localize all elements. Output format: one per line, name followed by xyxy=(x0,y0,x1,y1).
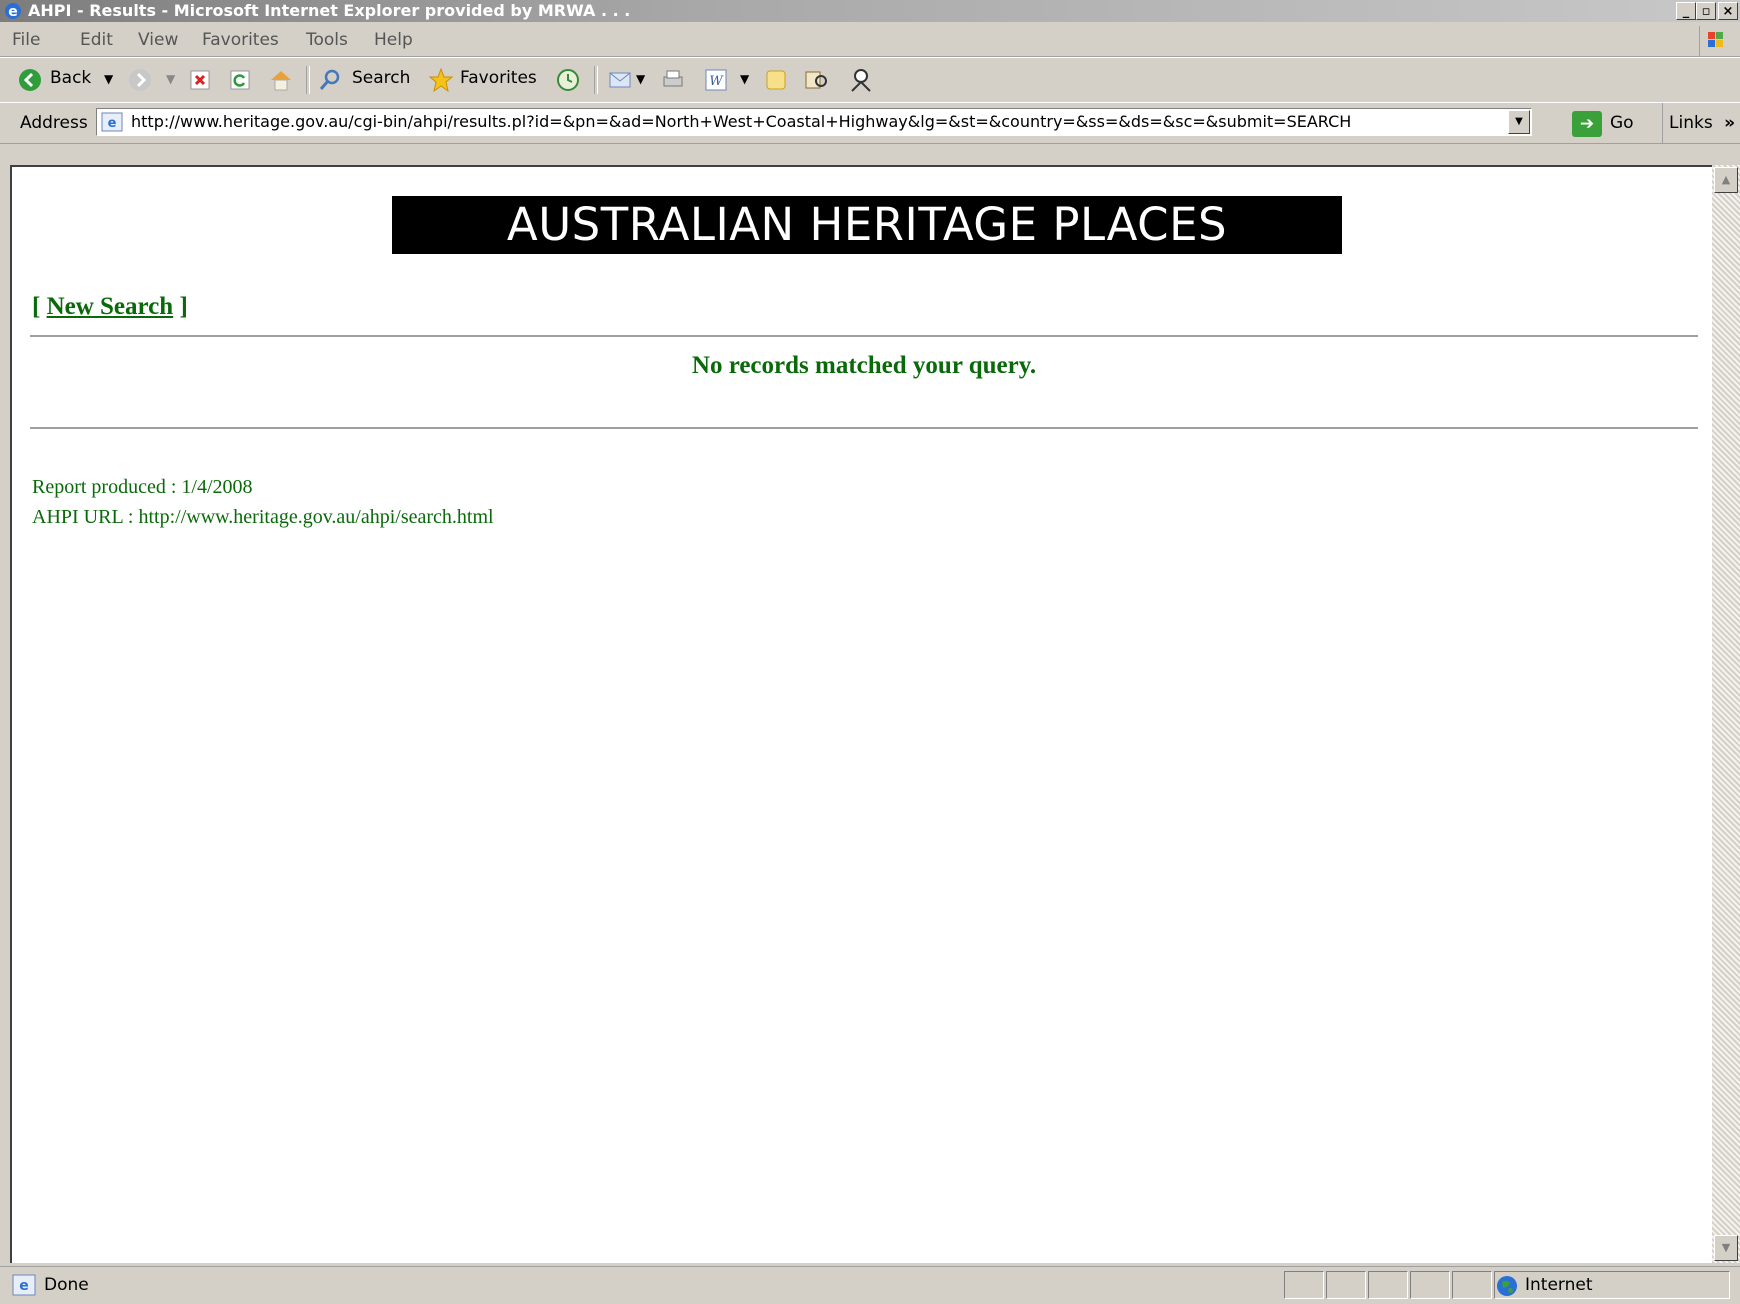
forward-dropdown-icon[interactable]: ▼ xyxy=(166,72,175,86)
links-label: Links xyxy=(1669,113,1713,133)
page-icon: e xyxy=(101,112,123,132)
status-panel xyxy=(1284,1271,1324,1299)
maximize-button[interactable]: ▫ xyxy=(1696,2,1716,20)
windows-logo-icon xyxy=(1699,26,1732,56)
favorites-star-icon[interactable] xyxy=(428,67,454,93)
history-icon[interactable] xyxy=(556,68,580,92)
mail-icon[interactable] xyxy=(608,68,634,92)
divider xyxy=(30,427,1698,429)
browser-window: e AHPI - Results - Microsoft Internet Ex… xyxy=(0,0,1740,1303)
address-url: http://www.heritage.gov.au/cgi-bin/ahpi/… xyxy=(131,112,1352,131)
forward-arrow-icon[interactable] xyxy=(128,68,152,92)
scroll-down-icon[interactable]: ▼ xyxy=(1714,1235,1738,1261)
svg-text:e: e xyxy=(8,4,18,20)
menu-edit[interactable]: Edit xyxy=(80,30,113,50)
bracket-close: ] xyxy=(179,293,188,320)
page-done-icon: e xyxy=(12,1274,36,1296)
status-panel xyxy=(1368,1271,1408,1299)
back-dropdown-icon[interactable]: ▼ xyxy=(104,72,113,86)
svg-text:W: W xyxy=(709,74,724,89)
toolbar-separator xyxy=(594,66,598,94)
bracket-open: [ xyxy=(32,293,41,320)
site-banner: AUSTRALIAN HERITAGE PLACES INVENTORY xyxy=(392,196,1342,309)
status-text: Done xyxy=(44,1275,89,1295)
no-records-message: No records matched your query. xyxy=(691,352,1037,379)
discuss-icon[interactable] xyxy=(764,68,788,92)
back-button[interactable]: Back xyxy=(50,68,91,88)
messenger-icon[interactable] xyxy=(848,67,874,93)
svg-text:e: e xyxy=(19,1278,29,1294)
go-button[interactable]: Go xyxy=(1610,113,1634,133)
links-button[interactable]: Links » xyxy=(1662,103,1740,143)
close-button[interactable]: × xyxy=(1718,2,1738,20)
scroll-up-icon[interactable]: ▲ xyxy=(1714,167,1738,193)
report-produced: Report produced : 1/4/2008 xyxy=(32,476,253,498)
minimize-button[interactable]: _ xyxy=(1676,2,1696,20)
menu-tools[interactable]: Tools xyxy=(306,30,348,50)
vertical-scrollbar[interactable]: ▲ ▼ xyxy=(1712,165,1740,1263)
window-title: AHPI - Results - Microsoft Internet Expl… xyxy=(28,1,631,20)
address-dropdown-icon[interactable]: ▼ xyxy=(1508,110,1530,134)
word-edit-icon[interactable]: W xyxy=(704,68,728,92)
status-bar: e Done Internet xyxy=(0,1266,1740,1304)
menu-favorites[interactable]: Favorites xyxy=(202,30,279,50)
favorites-button[interactable]: Favorites xyxy=(460,68,537,88)
zone-text: Internet xyxy=(1525,1275,1593,1295)
address-label: Address xyxy=(20,113,88,133)
search-button[interactable]: Search xyxy=(352,68,410,88)
stop-icon[interactable] xyxy=(190,70,210,90)
new-search-nav: [ New Search ] xyxy=(32,293,188,321)
research-icon[interactable] xyxy=(804,68,830,92)
divider xyxy=(30,335,1698,337)
ie-icon: e xyxy=(5,3,21,20)
ahpi-url-text: AHPI URL : http://www.heritage.gov.au/ah… xyxy=(32,506,494,528)
home-icon[interactable] xyxy=(268,68,294,92)
menu-view[interactable]: View xyxy=(138,30,178,50)
search-icon[interactable] xyxy=(318,68,342,92)
address-input[interactable]: e http://www.heritage.gov.au/cgi-bin/ahp… xyxy=(96,108,1532,136)
toolbar-separator xyxy=(306,66,310,94)
status-panel xyxy=(1410,1271,1450,1299)
standard-toolbar: Back ▼ ▼ Search Favorites ▼ W ▼ xyxy=(0,57,1740,103)
mail-dropdown-icon[interactable]: ▼ xyxy=(636,72,645,86)
print-icon[interactable] xyxy=(660,68,686,92)
globe-icon xyxy=(1497,1276,1517,1296)
status-panel xyxy=(1326,1271,1366,1299)
page-viewport: AUSTRALIAN HERITAGE PLACES INVENTORY [ N… xyxy=(10,165,1712,1263)
menu-file[interactable]: File xyxy=(12,30,40,50)
status-panel xyxy=(1452,1271,1492,1299)
chevron-right-icon: » xyxy=(1724,113,1736,133)
back-arrow-icon[interactable] xyxy=(18,68,42,92)
menu-bar: File Edit View Favorites Tools Help xyxy=(0,22,1740,57)
edit-dropdown-icon[interactable]: ▼ xyxy=(740,72,749,86)
menu-help[interactable]: Help xyxy=(374,30,413,50)
new-search-link[interactable]: New Search xyxy=(47,293,174,320)
svg-text:e: e xyxy=(108,116,117,131)
go-arrow-icon[interactable]: ➔ xyxy=(1572,111,1602,137)
title-bar: e AHPI - Results - Microsoft Internet Ex… xyxy=(0,0,1740,22)
address-bar: Address e http://www.heritage.gov.au/cgi… xyxy=(0,102,1740,144)
refresh-icon[interactable] xyxy=(230,70,250,90)
